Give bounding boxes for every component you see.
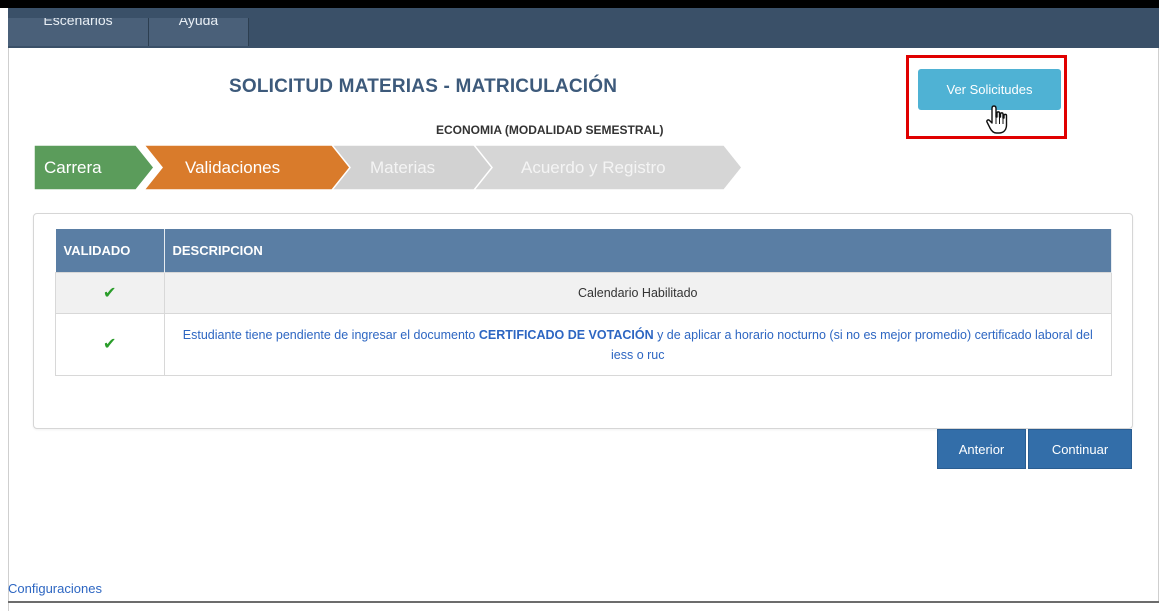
descripcion-text-bold: CERTIFICADO DE VOTACIÓN <box>478 327 654 342</box>
step-acuerdo-registro: Acuerdo y Registro <box>521 145 666 190</box>
nav-tab-escenarios[interactable]: Escenarios <box>8 18 149 46</box>
step-materias-label: Materias <box>370 157 436 177</box>
page-title: SOLICITUD MATERIAS - MATRICULACIÓN <box>229 76 618 97</box>
top-navbar: Escenarios Ayuda <box>8 8 1159 48</box>
check-icon: ✔ <box>103 285 117 302</box>
hand-cursor-icon <box>986 105 1008 134</box>
descripcion-cell: Estudiante tiene pendiente de ingresar e… <box>163 313 1112 376</box>
table-row: ✔ Calendario Habilitado <box>55 272 1112 314</box>
validado-cell: ✔ <box>55 272 165 314</box>
nav-tab-ayuda[interactable]: Ayuda <box>149 18 249 46</box>
bottom-divider <box>8 601 1159 603</box>
continuar-button[interactable]: Continuar <box>1028 429 1132 469</box>
table-row: ✔ Estudiante tiene pendiente de ingresar… <box>55 313 1112 376</box>
validation-table: VALIDADO DESCRIPCION ✔ Calendario Habili… <box>55 229 1112 376</box>
descripcion-cell: Calendario Habilitado <box>163 272 1112 314</box>
step-carrera-label: Carrera <box>44 157 102 177</box>
step-acuerdo-registro-label: Acuerdo y Registro <box>521 157 666 177</box>
header-descripcion: DESCRIPCION <box>164 229 1112 273</box>
check-icon: ✔ <box>103 335 117 353</box>
step-validaciones[interactable]: Validaciones <box>185 145 280 190</box>
header-validado: VALIDADO <box>55 229 165 273</box>
anterior-button[interactable]: Anterior <box>937 429 1026 469</box>
top-black-bar <box>0 0 1159 8</box>
descripcion-text-before: Estudiante tiene pendiente de ingresar e… <box>182 327 479 342</box>
nav-tab-ayuda-label: Ayuda <box>178 18 219 28</box>
configuraciones-link[interactable]: Configuraciones <box>8 581 102 596</box>
step-validaciones-label: Validaciones <box>185 157 281 177</box>
left-frame-edge <box>0 8 9 611</box>
descripcion-text-after: y de aplicar a horario nocturno (si no e… <box>611 327 1093 362</box>
career-subtitle: ECONOMIA (MODALIDAD SEMESTRAL) <box>436 123 664 137</box>
table-header-row: VALIDADO DESCRIPCION <box>55 229 1112 273</box>
enrollment-stepper: Carrera Validaciones Materias Acuerdo y … <box>34 145 754 190</box>
nav-tab-escenarios-label: Escenarios <box>43 18 113 28</box>
step-materias: Materias <box>370 145 435 190</box>
validado-cell: ✔ <box>55 313 165 376</box>
step-carrera[interactable]: Carrera <box>44 145 102 190</box>
